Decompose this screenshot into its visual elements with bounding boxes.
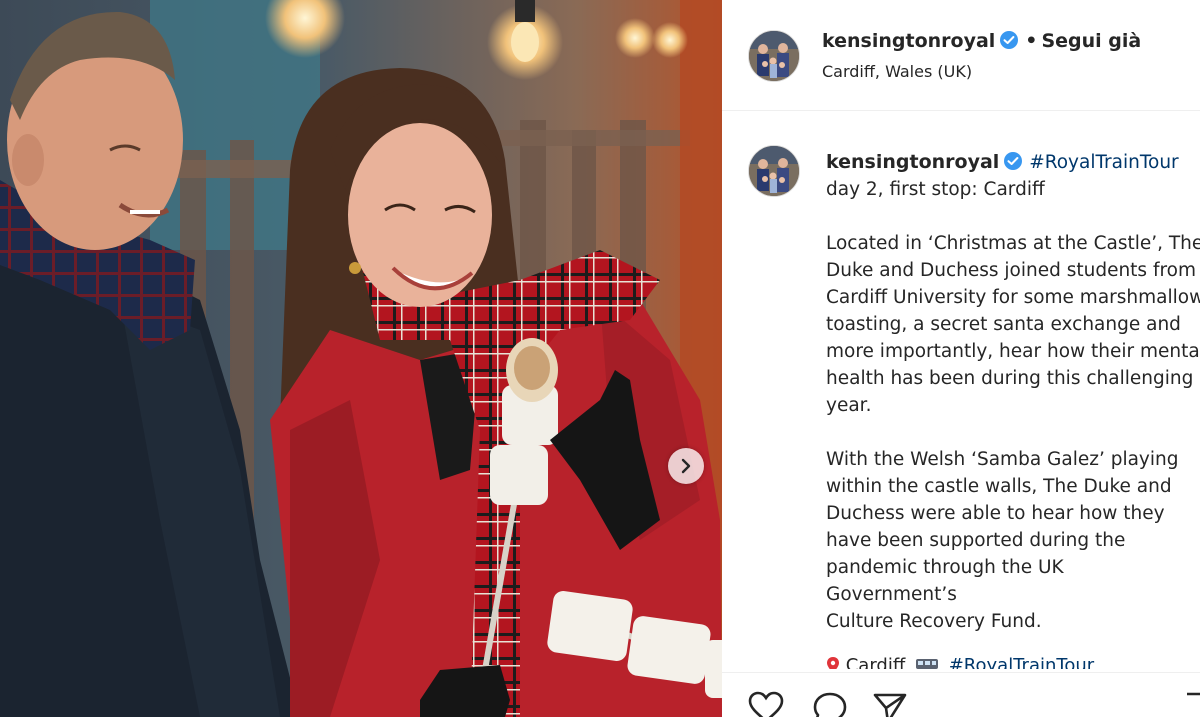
verified-badge-icon <box>1000 31 1019 49</box>
caption-paragraph-2: With the Welsh ‘Samba Galez’ playing wit… <box>826 446 1200 635</box>
post-username[interactable]: kensingtonroyal <box>822 30 995 52</box>
caption-avatar[interactable] <box>748 145 800 197</box>
post-location[interactable]: Cardiff, Wales (UK) <box>822 62 972 81</box>
train-icon <box>915 659 938 669</box>
follow-separator: • <box>1025 30 1038 52</box>
post-photo[interactable] <box>0 0 722 717</box>
caption-cut-hashtag[interactable]: #RoyalTrainTour <box>949 655 1094 669</box>
heart-icon[interactable] <box>748 691 784 717</box>
caption-paragraph-2-line: have been supported during the <box>826 530 1126 551</box>
location-pin-icon <box>827 657 839 669</box>
caption-cut-off-line: Cardiff #RoyalTrainTour <box>826 655 1094 669</box>
caption-line1: day 2, first stop: Cardiff <box>826 179 1045 200</box>
caption-paragraph-2-line: With the Welsh ‘Samba Galez’ playing <box>826 449 1179 470</box>
avatar-image <box>749 146 799 196</box>
chevron-right-icon <box>681 458 691 474</box>
caption-cut-location: Cardiff <box>845 655 906 669</box>
post-side-panel: kensingtonroyal • Segui già Cardiff, Wales… <box>722 0 1200 717</box>
caption-paragraph-2-line: pandemic through the UK <box>826 557 1064 578</box>
avatar[interactable] <box>748 30 800 82</box>
avatar-image <box>749 31 799 81</box>
comment-icon[interactable] <box>812 691 848 717</box>
instagram-post-view: kensingtonroyal • Segui già Cardiff, Wales… <box>0 0 1200 717</box>
post-caption: kensingtonroyal #RoyalTrainTour day 2, f… <box>826 149 1200 635</box>
caption-area: kensingtonroyal #RoyalTrainTour day 2, f… <box>722 111 1200 669</box>
photo-illustration <box>0 0 722 717</box>
header-name-line: kensingtonroyal • Segui già <box>822 30 1141 52</box>
caption-paragraph-2-line: Government’s <box>826 584 957 605</box>
caption-paragraph-1: Located in ‘Christmas at the Castle’, Th… <box>826 233 1200 416</box>
caption-paragraph-2-line: Duchess were able to hear how they <box>826 503 1165 524</box>
caption-paragraph-2-line: Culture Recovery Fund. <box>826 611 1042 632</box>
caption-hashtag[interactable]: #RoyalTrainTour <box>1029 152 1178 173</box>
post-action-bar <box>722 672 1200 717</box>
send-icon[interactable] <box>872 691 908 717</box>
caption-first-line: kensingtonroyal #RoyalTrainTour <box>826 149 1200 176</box>
caption-username[interactable]: kensingtonroyal <box>826 151 999 173</box>
caption-paragraph-2-line: within the castle walls, The Duke and <box>826 476 1172 497</box>
post-header: kensingtonroyal • Segui già Cardiff, Wales… <box>722 0 1200 111</box>
verified-badge-icon <box>1004 152 1023 170</box>
following-button[interactable]: Segui già <box>1041 30 1141 52</box>
next-photo-button[interactable] <box>668 448 704 484</box>
bookmark-icon[interactable] <box>1184 691 1200 717</box>
